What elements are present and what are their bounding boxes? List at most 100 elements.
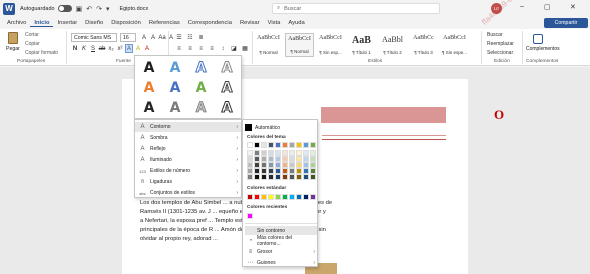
minimize-icon[interactable]: –	[520, 3, 524, 10]
color-swatch[interactable]	[268, 194, 274, 200]
subscript-button[interactable]: x₂	[107, 44, 115, 53]
color-swatch[interactable]	[275, 142, 281, 148]
borders-icon[interactable]: ▦	[241, 44, 249, 53]
tab-diseno[interactable]: Diseño	[81, 20, 107, 26]
strikethrough-button[interactable]: ab	[98, 44, 106, 53]
effect-sample[interactable]: A	[191, 99, 211, 117]
effect-sample[interactable]: A	[165, 99, 185, 117]
effect-sample[interactable]: A	[217, 59, 237, 77]
color-swatch[interactable]	[282, 194, 288, 200]
align-center-icon[interactable]: ≡	[186, 44, 194, 53]
grow-font-button[interactable]: A	[140, 33, 148, 42]
undo-icon[interactable]: ↶	[86, 5, 92, 13]
multilevel-list-icon[interactable]: ≣	[197, 33, 205, 42]
color-swatch[interactable]	[247, 213, 253, 219]
shading-icon[interactable]: ◪	[230, 44, 238, 53]
color-swatch[interactable]	[261, 194, 267, 200]
find-button[interactable]: Buscar	[487, 32, 503, 38]
tab-revisar[interactable]: Revisar	[236, 20, 264, 26]
menu-item-number-styles[interactable]: 123 Estilos de número ›	[135, 166, 241, 176]
bold-button[interactable]: N	[71, 44, 79, 53]
change-case-button[interactable]: Aa	[158, 33, 166, 42]
color-swatch[interactable]	[247, 142, 253, 148]
effect-sample[interactable]: A	[191, 59, 211, 77]
effect-sample[interactable]: A	[217, 79, 237, 97]
color-swatch[interactable]	[296, 174, 302, 180]
highlight-color-button[interactable]: A	[134, 44, 142, 53]
autosave-toggle[interactable]	[57, 5, 72, 12]
color-swatch[interactable]	[310, 142, 316, 148]
style-tile[interactable]: AaB ¶ Título 1	[347, 33, 376, 57]
color-swatch[interactable]	[303, 194, 309, 200]
effect-sample[interactable]: A	[217, 99, 237, 117]
color-swatch[interactable]	[247, 194, 253, 200]
save-icon[interactable]: ▣	[76, 5, 83, 13]
tab-referencias[interactable]: Referencias	[145, 20, 184, 26]
addins-icon[interactable]	[533, 34, 543, 44]
color-swatch[interactable]	[289, 174, 295, 180]
search-box[interactable]: ⌕ Buscar	[272, 3, 440, 14]
color-swatch[interactable]	[303, 174, 309, 180]
dashes-option[interactable]: ⋯ Guiones ›	[245, 258, 317, 267]
color-swatch[interactable]	[282, 174, 288, 180]
format-painter-button[interactable]: Copiar formato	[25, 50, 58, 56]
font-color-button[interactable]: A	[143, 44, 151, 53]
color-swatch[interactable]	[289, 142, 295, 148]
menu-item-iluminado[interactable]: A Iluminado ›	[135, 155, 241, 165]
restore-icon[interactable]: ▢	[544, 3, 551, 11]
font-size-select[interactable]: 16	[120, 33, 136, 42]
color-swatch[interactable]	[261, 174, 267, 180]
color-swatch[interactable]	[261, 142, 267, 148]
numbering-icon[interactable]: ☷	[186, 33, 194, 42]
effect-sample[interactable]: A	[139, 99, 159, 117]
menu-item-contorno[interactable]: A Contorno ›	[135, 122, 241, 132]
style-tile[interactable]: AaBbCcI ¶ Normal	[285, 33, 314, 57]
paste-icon[interactable]	[8, 32, 18, 44]
style-tile[interactable]: AaBbCcI ¶ Normal	[254, 33, 283, 57]
underline-button[interactable]: S	[89, 44, 97, 53]
effect-sample[interactable]: A	[191, 79, 211, 97]
shrink-font-button[interactable]: A	[149, 33, 157, 42]
replace-button[interactable]: Reemplazar	[487, 41, 514, 47]
effect-sample[interactable]: A	[139, 79, 159, 97]
tab-vista[interactable]: Vista	[264, 20, 285, 26]
tab-ayuda[interactable]: Ayuda	[284, 20, 308, 26]
share-button[interactable]: Compartir	[544, 18, 588, 28]
cut-button[interactable]: Cortar	[25, 32, 39, 38]
color-swatch[interactable]	[254, 194, 260, 200]
style-tile[interactable]: AaBbl ¶ Título 2	[378, 33, 407, 57]
tab-disposicion[interactable]: Disposición	[107, 20, 145, 26]
close-icon[interactable]: ✕	[570, 3, 576, 11]
style-tile[interactable]: AaBbCcI ¶ Sin espe...	[440, 33, 469, 57]
font-name-select[interactable]: Comic Sans MS	[71, 33, 117, 42]
more-outline-colors-option[interactable]: ◔ Más colores del contorno...	[245, 235, 317, 247]
addins-button[interactable]: Complementos	[526, 46, 560, 52]
document-name[interactable]: Egipto.docx	[119, 6, 148, 12]
line-spacing-icon[interactable]: ↕	[219, 44, 227, 53]
tab-correspondencia[interactable]: Correspondencia	[184, 20, 236, 26]
color-swatch[interactable]	[289, 194, 295, 200]
select-button[interactable]: Seleccionar	[487, 50, 513, 56]
tab-insertar[interactable]: Insertar	[53, 20, 81, 26]
color-swatch[interactable]	[296, 142, 302, 148]
tab-inicio[interactable]: Inicio	[30, 20, 54, 27]
menu-item-sombra[interactable]: A Sombra ›	[135, 133, 241, 143]
align-right-icon[interactable]: ≡	[197, 44, 205, 53]
color-swatch[interactable]	[310, 174, 316, 180]
color-swatch[interactable]	[275, 194, 281, 200]
effect-sample[interactable]: A	[165, 59, 185, 77]
automatic-color-option[interactable]: Automático	[245, 123, 315, 132]
style-tile[interactable]: AaBbCcI ¶ Sin esp...	[316, 33, 345, 57]
align-left-icon[interactable]: ≡	[175, 44, 183, 53]
bullets-icon[interactable]: ☰	[175, 33, 183, 42]
color-swatch[interactable]	[254, 174, 260, 180]
color-swatch[interactable]	[296, 194, 302, 200]
color-swatch[interactable]	[268, 142, 274, 148]
color-swatch[interactable]	[303, 142, 309, 148]
redo-icon[interactable]: ↷	[96, 5, 102, 13]
copy-button[interactable]: Copiar	[25, 41, 40, 47]
color-swatch[interactable]	[247, 174, 253, 180]
weight-option[interactable]: ≡ Grosor ›	[245, 247, 317, 256]
style-tile[interactable]: AaBbCc ¶ Título 3	[409, 33, 438, 57]
paste-button[interactable]: Pegar	[6, 46, 20, 52]
